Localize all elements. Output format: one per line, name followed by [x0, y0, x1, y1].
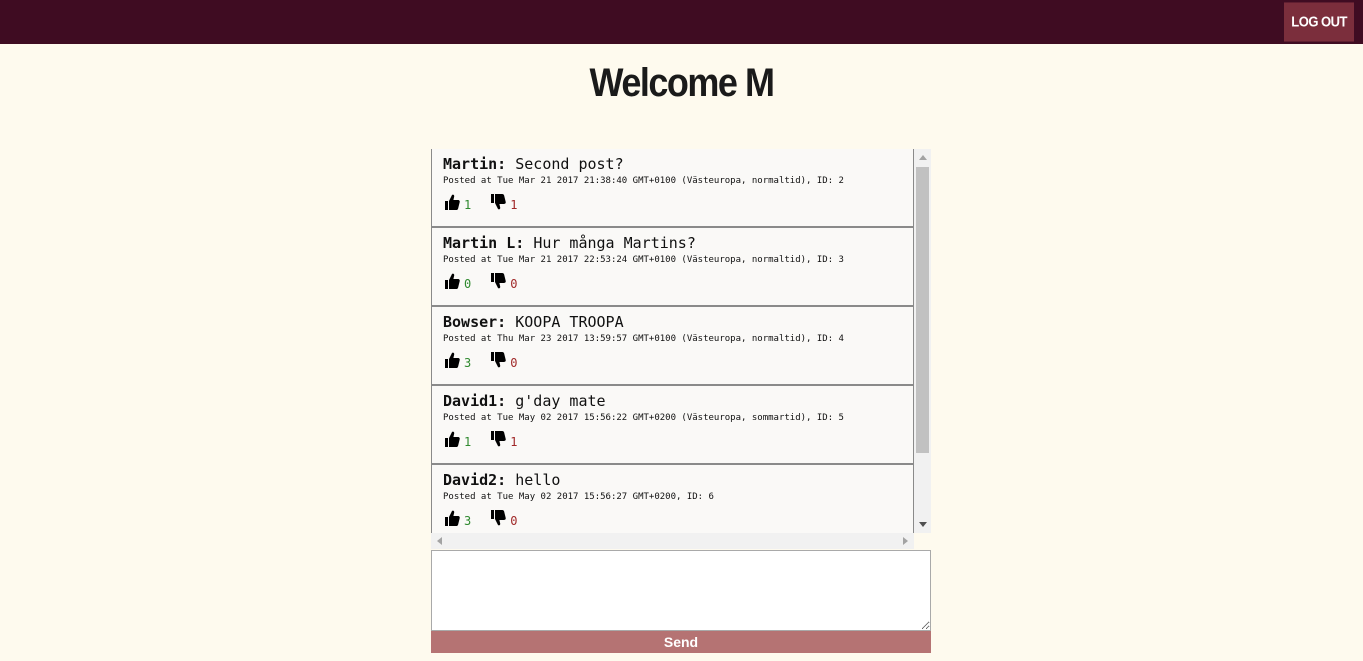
post-item: Martin L: Hur många Martins? Posted at T…	[431, 228, 914, 307]
thumbs-up-icon[interactable]	[443, 430, 461, 448]
like-count: 1	[464, 198, 472, 212]
logout-button[interactable]: LOG OUT	[1284, 2, 1354, 42]
post-line: Bowser: KOOPA TROOPA	[443, 313, 903, 331]
thumbs-down-icon[interactable]	[489, 430, 507, 448]
post-author: Martin:	[443, 155, 507, 173]
like-count: 1	[464, 435, 472, 449]
post-author: David1:	[443, 392, 507, 410]
thumbs-down-icon[interactable]	[489, 509, 507, 527]
post-item: Martin: Second post? Posted at Tue Mar 2…	[431, 149, 914, 228]
dislike-count: 0	[510, 514, 518, 528]
scroll-right-arrow-icon[interactable]	[903, 537, 908, 545]
post-line: Martin: Second post?	[443, 155, 903, 173]
like-count: 0	[464, 277, 472, 291]
post-message: Hur många Martins?	[533, 234, 696, 252]
post-timestamp: Posted at Tue Mar 21 2017 22:53:24 GMT+0…	[443, 255, 844, 265]
top-bar: LOG OUT	[0, 0, 1363, 44]
vertical-scrollbar[interactable]	[914, 149, 931, 533]
post-message: Second post?	[515, 155, 624, 173]
post-timestamp: Posted at Tue Mar 21 2017 21:38:40 GMT+0…	[443, 176, 844, 186]
post-message: g'day mate	[515, 392, 606, 410]
post-line: David1: g'day mate	[443, 392, 903, 410]
thumbs-up-icon[interactable]	[443, 193, 461, 211]
post-votes: 3 0	[443, 347, 903, 369]
thumbs-down-icon[interactable]	[489, 351, 507, 369]
like-count: 3	[464, 514, 472, 528]
post-author: Bowser:	[443, 313, 507, 331]
like-count: 3	[464, 356, 472, 370]
post-feed-container: Martin: Second post? Posted at Tue Mar 2…	[431, 149, 931, 549]
post-votes: 3 0	[443, 505, 903, 527]
post-feed[interactable]: Martin: Second post? Posted at Tue Mar 2…	[431, 149, 914, 533]
post-item: Bowser: KOOPA TROOPA Posted at Thu Mar 2…	[431, 307, 914, 386]
post-line: Martin L: Hur många Martins?	[443, 234, 903, 252]
dislike-count: 0	[510, 356, 518, 370]
welcome-title: Welcome M	[589, 59, 775, 105]
thumbs-up-icon[interactable]	[443, 509, 461, 527]
thumbs-down-icon[interactable]	[489, 272, 507, 290]
dislike-count: 1	[510, 198, 518, 212]
post-message: hello	[515, 471, 561, 489]
dislike-count: 1	[510, 435, 518, 449]
post-timestamp: Posted at Tue May 02 2017 15:56:27 GMT+0…	[443, 492, 714, 502]
post-votes: 0 0	[443, 268, 903, 290]
post-votes: 1 1	[443, 189, 903, 211]
send-button[interactable]: Send	[431, 631, 931, 653]
thumbs-down-icon[interactable]	[489, 193, 507, 211]
post-line: David2: hello	[443, 471, 903, 489]
post-votes: 1 1	[443, 426, 903, 448]
post-author: David2:	[443, 471, 507, 489]
message-input[interactable]	[431, 550, 931, 631]
thumbs-up-icon[interactable]	[443, 351, 461, 369]
scroll-down-arrow-icon[interactable]	[919, 522, 927, 527]
post-timestamp: Posted at Tue May 02 2017 15:56:22 GMT+0…	[443, 413, 844, 423]
post-item: David2: hello Posted at Tue May 02 2017 …	[431, 465, 914, 533]
horizontal-scrollbar[interactable]	[431, 533, 914, 549]
post-author: Martin L:	[443, 234, 525, 252]
post-timestamp: Posted at Thu Mar 23 2017 13:59:57 GMT+0…	[443, 334, 844, 344]
dislike-count: 0	[510, 277, 518, 291]
thumbs-up-icon[interactable]	[443, 272, 461, 290]
post-item: David1: g'day mate Posted at Tue May 02 …	[431, 386, 914, 465]
post-message: KOOPA TROOPA	[515, 313, 624, 331]
scroll-left-arrow-icon[interactable]	[437, 537, 442, 545]
vertical-scroll-thumb[interactable]	[916, 167, 929, 453]
scroll-up-arrow-icon[interactable]	[919, 155, 927, 160]
